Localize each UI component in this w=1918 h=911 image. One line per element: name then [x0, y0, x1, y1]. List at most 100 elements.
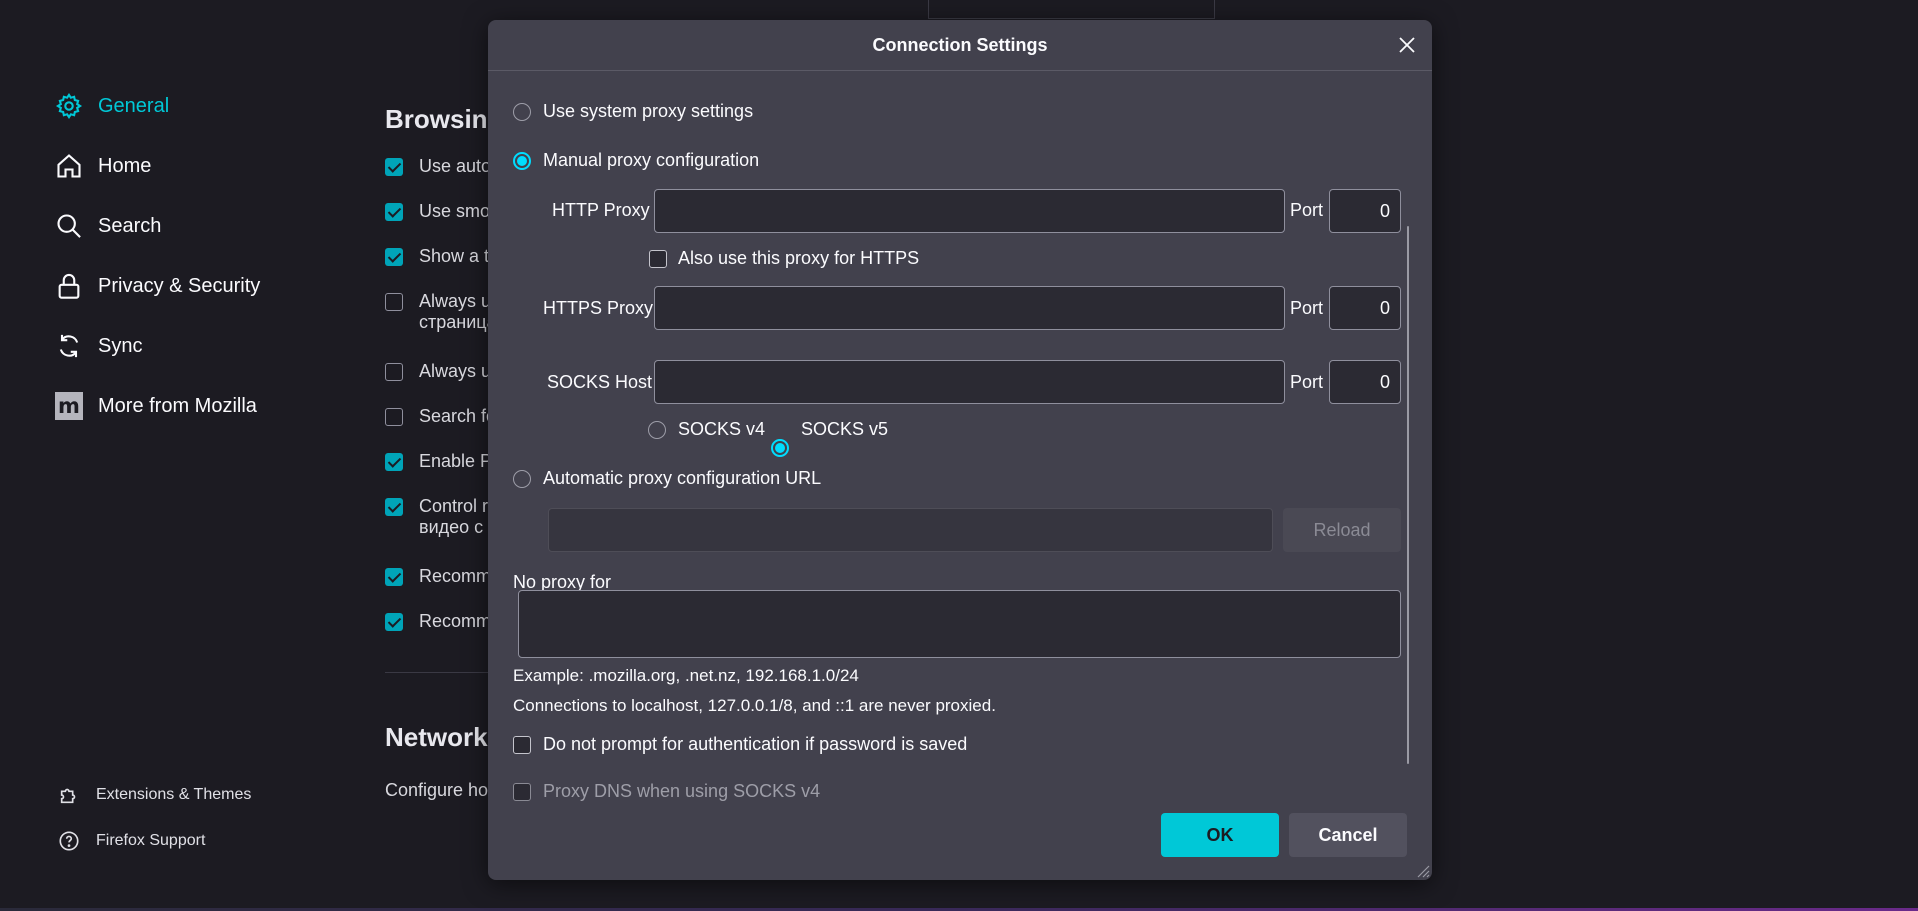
close-icon	[1399, 37, 1415, 53]
checkbox[interactable]	[385, 498, 403, 516]
http-proxy-input[interactable]	[654, 189, 1285, 233]
setting-label: Recomm	[419, 566, 492, 586]
automatic-proxy-url-label[interactable]: Automatic proxy configuration URL	[543, 468, 821, 489]
radio-socks-v4[interactable]	[648, 421, 666, 439]
background-setting-row[interactable]: Use auto	[385, 156, 491, 177]
sidebar-item-search[interactable]: Search	[54, 208, 354, 244]
checkbox[interactable]	[385, 158, 403, 176]
sidebar-item-label: More from Mozilla	[98, 394, 257, 417]
no-auth-prompt-checkbox[interactable]	[513, 736, 531, 754]
sidebar-item-label: Home	[98, 154, 152, 177]
gear-icon	[54, 91, 84, 121]
use-system-proxy-label[interactable]: Use system proxy settings	[543, 101, 753, 122]
close-button[interactable]	[1394, 32, 1420, 58]
socks-host-label: SOCKS Host	[547, 372, 653, 392]
setting-label: Use auto	[419, 156, 492, 176]
no-proxy-example-text: Example: .mozilla.org, .net.nz, 192.168.…	[513, 666, 859, 685]
background-setting-row[interactable]: Use smoo	[385, 201, 500, 222]
reload-button[interactable]: Reload	[1283, 508, 1401, 552]
manual-proxy-label[interactable]: Manual proxy configuration	[543, 150, 759, 171]
https-port-input[interactable]	[1329, 286, 1401, 330]
background-setting-row[interactable]: Search fo	[385, 406, 496, 427]
sidebar-item-privacy[interactable]: Privacy & Security	[54, 268, 354, 304]
background-setting-row[interactable]: Recomm	[385, 611, 491, 632]
sidebar-link-label: Firefox Support	[96, 832, 206, 849]
http-port-input[interactable]	[1329, 189, 1401, 233]
checkbox[interactable]	[385, 613, 403, 631]
no-proxy-for-textarea[interactable]	[518, 590, 1401, 658]
socks-host-input[interactable]	[654, 360, 1285, 404]
no-auth-prompt-label[interactable]: Do not prompt for authentication if pass…	[543, 734, 967, 755]
help-icon	[58, 830, 80, 852]
dialog-header: Connection Settings	[488, 20, 1432, 71]
dialog-scrollbar[interactable]	[1407, 226, 1409, 764]
sidebar-item-label: Privacy & Security	[98, 274, 261, 297]
dialog-title: Connection Settings	[872, 35, 1048, 55]
checkbox[interactable]	[385, 293, 403, 311]
lock-icon	[54, 271, 84, 301]
checkbox[interactable]	[385, 408, 403, 426]
setting-label-line: страница	[419, 312, 497, 332]
sync-icon	[54, 331, 84, 361]
radio-socks-v5[interactable]	[771, 439, 789, 457]
network-description: Configure ho	[385, 780, 488, 801]
browsing-heading: Browsing	[385, 104, 504, 134]
puzzle-icon	[58, 784, 80, 806]
automatic-proxy-url-input[interactable]	[548, 508, 1273, 552]
settings-sidebar: General Home Search Privacy & Security S…	[54, 88, 354, 448]
setting-label-line: видео с н	[419, 517, 499, 537]
socks-port-label: Port	[1290, 372, 1324, 392]
also-use-for-https-checkbox[interactable]	[649, 250, 667, 268]
radio-use-system-proxy[interactable]	[513, 103, 531, 121]
search-icon	[54, 211, 84, 241]
checkbox[interactable]	[385, 248, 403, 266]
radio-automatic-proxy-url[interactable]	[513, 470, 531, 488]
socks-port-input[interactable]	[1329, 360, 1401, 404]
http-port-label: Port	[1290, 200, 1324, 220]
background-setting-row[interactable]: Control r видео с н	[385, 496, 498, 538]
checkbox[interactable]	[385, 203, 403, 221]
background-setting-row[interactable]: Show a t	[385, 246, 489, 267]
resize-grip-icon[interactable]	[1414, 862, 1430, 878]
setting-label-line: Always u	[419, 291, 492, 311]
proxy-dns-socks-v4-label[interactable]: Proxy DNS when using SOCKS v4	[543, 781, 820, 802]
sidebar-link-firefox-support[interactable]: Firefox Support	[58, 826, 251, 856]
proxy-dns-socks-v4-checkbox[interactable]	[513, 783, 531, 801]
checkbox[interactable]	[385, 568, 403, 586]
setting-label: Show a t	[419, 246, 490, 266]
background-setting-row[interactable]: Always u	[385, 361, 491, 382]
sidebar-item-more-from-mozilla[interactable]: m More from Mozilla	[54, 388, 354, 424]
setting-label: Always u	[419, 361, 492, 381]
background-setting-row[interactable]: Always u страница	[385, 291, 497, 333]
network-text: Configure ho	[385, 780, 489, 800]
sidebar-item-sync[interactable]: Sync	[54, 328, 354, 364]
sidebar-item-home[interactable]: Home	[54, 148, 354, 184]
socks-v5-label[interactable]: SOCKS v5	[801, 419, 888, 440]
sidebar-item-label: Search	[98, 214, 162, 237]
connection-settings-dialog: Connection Settings Use system proxy set…	[488, 20, 1432, 880]
sidebar-link-label: Extensions & Themes	[96, 786, 252, 803]
sidebar-footer: Extensions & Themes Firefox Support	[58, 780, 251, 872]
checkbox[interactable]	[385, 363, 403, 381]
sidebar-item-label: Sync	[98, 334, 143, 357]
network-heading: Network	[385, 722, 488, 752]
setting-label: Search fo	[419, 406, 497, 426]
ok-button[interactable]: OK	[1161, 813, 1279, 857]
https-port-label: Port	[1290, 298, 1324, 318]
sidebar-item-general[interactable]: General	[54, 88, 354, 124]
radio-manual-proxy[interactable]	[513, 152, 531, 170]
checkbox[interactable]	[385, 453, 403, 471]
background-setting-row[interactable]: Recomm	[385, 566, 491, 587]
also-use-for-https-label[interactable]: Also use this proxy for HTTPS	[678, 248, 919, 269]
https-proxy-label: HTTPS Proxy	[543, 298, 654, 318]
cancel-button[interactable]: Cancel	[1289, 813, 1407, 857]
sidebar-link-extensions-themes[interactable]: Extensions & Themes	[58, 780, 251, 810]
https-proxy-input[interactable]	[654, 286, 1285, 330]
background-setting-row[interactable]: Enable Pi	[385, 451, 496, 472]
socks-v4-label[interactable]: SOCKS v4	[678, 419, 765, 440]
setting-label: Always u страница	[419, 291, 497, 333]
background-tab-edge	[928, 0, 1215, 19]
setting-label-line: Control r	[419, 496, 489, 516]
localhost-note-text: Connections to localhost, 127.0.0.1/8, a…	[513, 696, 996, 715]
sidebar-item-label: General	[98, 94, 170, 117]
